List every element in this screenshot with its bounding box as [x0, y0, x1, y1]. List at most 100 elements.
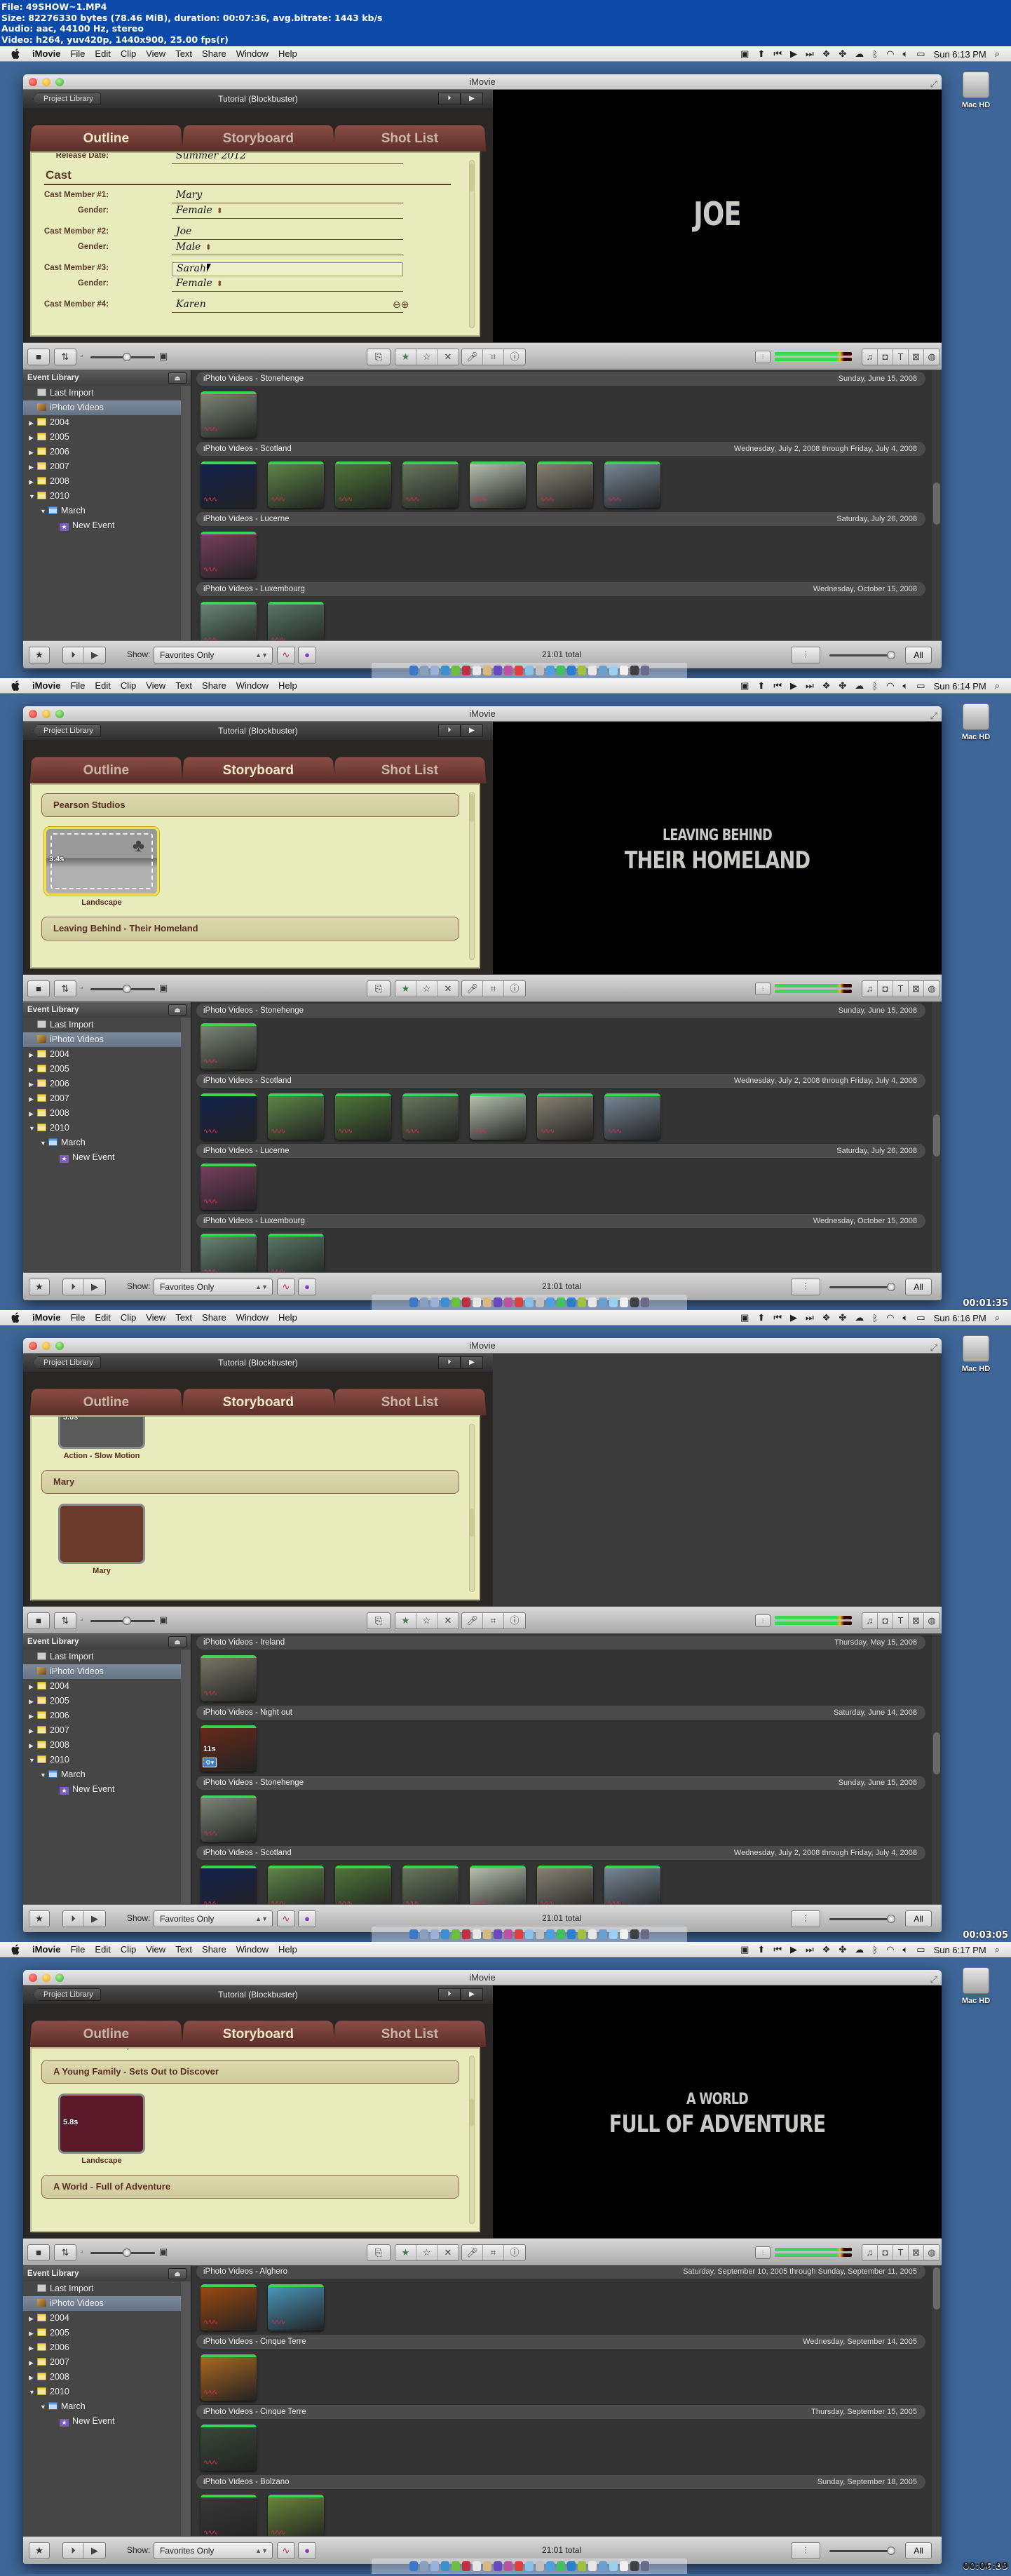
dock-app-icon[interactable]	[599, 2561, 607, 2571]
zoom-all-button[interactable]: All	[905, 2542, 932, 2559]
apple-menu-icon[interactable]	[11, 48, 22, 60]
dock-app-icon[interactable]	[504, 666, 513, 675]
event-header[interactable]: iPhoto Videos - Cinque Terre Wednesday, S…	[196, 2335, 925, 2349]
video-clip-thumbnail[interactable]: ∿∿∿	[268, 1234, 324, 1272]
event-library-item[interactable]: ▶ 2006	[23, 2340, 191, 2355]
people-finder-button[interactable]: ●	[298, 1279, 316, 1295]
dock-app-icon[interactable]	[441, 666, 449, 675]
show-drives-button[interactable]: ⏏	[168, 1636, 186, 1647]
dock-app-icon[interactable]	[588, 666, 597, 675]
event-library-item[interactable]: ▼ March	[23, 1767, 191, 1782]
storyboard-heading[interactable]: A World - Full of Adventure	[41, 2175, 459, 2199]
event-favorites-button[interactable]: ★	[29, 1279, 50, 1295]
video-clip-thumbnail[interactable]: ∿∿∿	[335, 1093, 391, 1140]
desktop-drive[interactable]: Mac HD	[955, 703, 997, 741]
favorite-star-icon[interactable]: ★	[395, 349, 416, 365]
clip-action-gear-icon[interactable]: ⚙▾	[203, 1758, 217, 1767]
play-event-icon[interactable]: ▶	[84, 1911, 105, 1927]
event-header[interactable]: iPhoto Videos - Stonehenge Sunday, June 1…	[196, 1776, 925, 1790]
paper-scrollbar[interactable]	[469, 1424, 475, 1592]
play-fullscreen-button[interactable]: ⏵	[438, 93, 461, 105]
spotlight-search-icon[interactable]: ⌕	[995, 48, 1000, 60]
dock-app-icon[interactable]	[494, 666, 502, 675]
zoom-slider[interactable]	[829, 1286, 893, 1288]
menu-item-view[interactable]: View	[146, 48, 165, 59]
play-project-button[interactable]: ▶	[461, 724, 483, 737]
dock-app-icon[interactable]	[462, 1297, 470, 1307]
dock-app-icon[interactable]	[420, 2561, 428, 2571]
video-clip-thumbnail[interactable]: ∿∿∿11s⚙▾	[201, 1725, 257, 1772]
tab-shot-list[interactable]: Shot List	[333, 2021, 487, 2048]
disclosure-triangle-icon[interactable]: ▶	[29, 1092, 37, 1107]
dock-app-icon[interactable]	[483, 1929, 491, 1939]
event-browser-scrollbar[interactable]	[932, 370, 942, 640]
music-icon[interactable]: ♫	[862, 1613, 878, 1628]
paper-scrollbar[interactable]	[469, 2056, 475, 2224]
play-fullscreen-icon[interactable]: ⏵	[63, 1279, 84, 1295]
show-drives-button[interactable]: ⏏	[168, 1004, 186, 1016]
dock-app-icon[interactable]	[536, 1297, 544, 1307]
menu-clock[interactable]: Sun 6:17 PM	[934, 1945, 986, 1955]
event-browser-scrollbar[interactable]	[932, 1002, 942, 1272]
menu-item-file[interactable]: File	[70, 48, 85, 59]
menu-item-text[interactable]: Text	[175, 1312, 192, 1323]
disclosure-triangle-icon[interactable]: ▼	[29, 2385, 37, 2400]
storyboard-heading[interactable]: Pearson Studios	[41, 793, 459, 817]
video-clip-thumbnail[interactable]: ∿∿∿	[470, 461, 526, 508]
disclosure-triangle-icon[interactable]: ▶	[29, 2371, 37, 2385]
upload-icon[interactable]: ⬆	[757, 48, 765, 60]
dock-app-icon[interactable]	[515, 666, 523, 675]
dock-app-icon[interactable]	[546, 1297, 555, 1307]
titles-icon[interactable]: T	[893, 349, 909, 365]
tab-storyboard[interactable]: Storyboard	[182, 1389, 334, 1416]
event-library-item[interactable]: ▼ March	[23, 1135, 191, 1150]
menu-item-clip[interactable]: Clip	[121, 1312, 136, 1323]
microphone-icon[interactable]: 🎤︎	[462, 2245, 483, 2260]
thumbnail-size-knob[interactable]	[123, 1617, 131, 1625]
dock-app-icon[interactable]	[525, 1929, 534, 1939]
zoom-slider-knob[interactable]	[887, 2547, 895, 2555]
menu-item-clip[interactable]: Clip	[121, 1944, 136, 1955]
event-library-item[interactable]: Last Import	[23, 2281, 191, 2296]
dock-app-icon[interactable]	[515, 1929, 523, 1939]
menu-app[interactable]: iMovie	[32, 680, 60, 691]
event-favorites-button[interactable]: ★	[29, 2542, 50, 2559]
video-clip-thumbnail[interactable]: ∿∿∿	[201, 602, 257, 640]
camera-icon[interactable]: ▣	[740, 680, 749, 692]
wifi-icon[interactable]: ◠	[886, 1312, 894, 1323]
video-clip-thumbnail[interactable]: ∿∿∿	[402, 1093, 459, 1140]
tab-storyboard[interactable]: Storyboard	[182, 125, 334, 152]
spotlight-search-icon[interactable]: ⌕	[995, 680, 1000, 692]
disclosure-triangle-icon[interactable]: ▼	[29, 1753, 37, 1768]
tab-storyboard[interactable]: Storyboard	[182, 2021, 334, 2048]
project-library-button[interactable]: Project Library	[33, 724, 101, 737]
project-library-button[interactable]: Project Library	[33, 1356, 101, 1369]
tab-shot-list[interactable]: Shot List	[333, 757, 487, 784]
bluetooth-icon[interactable]: ᛒ	[872, 1945, 878, 1955]
audio-waveform-toggle[interactable]: ⫶	[791, 647, 820, 663]
video-clip-thumbnail[interactable]: ∿∿∿	[201, 532, 257, 578]
video-clip-thumbnail[interactable]: ∿∿∿	[335, 461, 391, 508]
swap-button[interactable]: ⇅	[54, 349, 76, 365]
menu-item-text[interactable]: Text	[175, 48, 192, 59]
event-library-item[interactable]: ★ New Event	[23, 2414, 191, 2429]
video-clip-thumbnail[interactable]: ∿∿∿	[604, 461, 660, 508]
video-clip-thumbnail[interactable]: ∿∿∿	[201, 1164, 257, 1210]
minimize-button[interactable]	[42, 710, 50, 718]
clip-thumbnail[interactable]: 5.8s	[58, 2093, 145, 2154]
project-library-button[interactable]: Project Library	[33, 1988, 101, 2001]
menu-item-clip[interactable]: Clip	[121, 48, 136, 59]
video-clip-thumbnail[interactable]: ∿∿∿	[201, 1866, 257, 1904]
audio-waveform-button[interactable]: ∿	[277, 647, 295, 663]
swap-button[interactable]: ⇅	[54, 1612, 76, 1629]
event-library-item[interactable]: ▼ March	[23, 504, 191, 518]
swap-button[interactable]: ⇅	[54, 2244, 76, 2261]
menu-item-file[interactable]: File	[70, 680, 85, 691]
disclosure-triangle-icon[interactable]: ▶	[29, 1048, 37, 1063]
event-browser-scroll-thumb[interactable]	[933, 1114, 940, 1156]
battery-icon[interactable]: ▭	[916, 1944, 925, 1955]
cast-name-field[interactable]: Mary	[172, 189, 403, 203]
dock-app-icon[interactable]	[452, 666, 460, 675]
favorite-star-icon[interactable]: ★	[395, 1613, 416, 1628]
audio-skimming-button[interactable]: ⫶	[755, 2246, 771, 2259]
